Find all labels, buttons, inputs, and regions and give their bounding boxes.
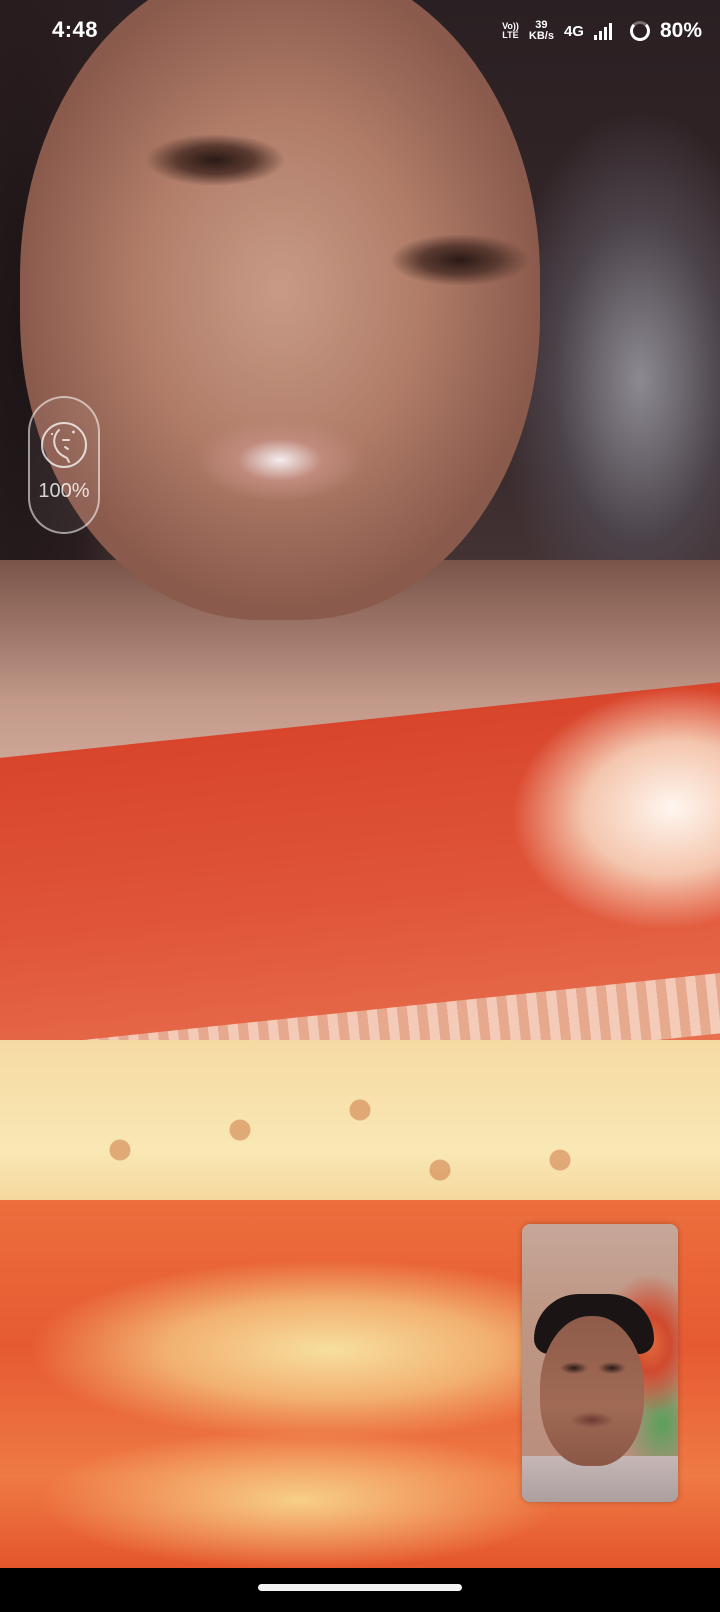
self-preview-face <box>540 1316 644 1466</box>
beauty-face-icon <box>41 422 87 468</box>
volte-icon: Vo)) LTE <box>502 22 519 40</box>
home-gesture-handle[interactable] <box>258 1584 462 1591</box>
status-icons: Vo)) LTE 39 KB/s 4G 80% <box>502 14 702 48</box>
navigation-bar <box>0 1568 720 1612</box>
status-bar: 4:48 Vo)) LTE 39 KB/s 4G 80% <box>0 0 720 62</box>
signal-strength-icon <box>593 22 612 40</box>
battery-percent: 80% <box>659 19 702 42</box>
self-video-preview[interactable] <box>522 1224 678 1502</box>
beauty-filter-value: 100% <box>38 480 90 502</box>
volte-bottom-label: LTE <box>502 30 519 40</box>
video-call-screen: 4:48 Vo)) LTE 39 KB/s 4G 80% 100% <box>0 0 720 1612</box>
status-time: 4:48 <box>52 17 99 42</box>
beauty-filter-button[interactable]: 100% <box>28 396 100 534</box>
remote-video-face <box>20 0 540 620</box>
battery-icon <box>629 21 650 41</box>
network-speed-unit: KB/s <box>528 30 554 42</box>
network-speed: 39 KB/s <box>529 20 554 42</box>
network-type: 4G <box>563 22 584 40</box>
